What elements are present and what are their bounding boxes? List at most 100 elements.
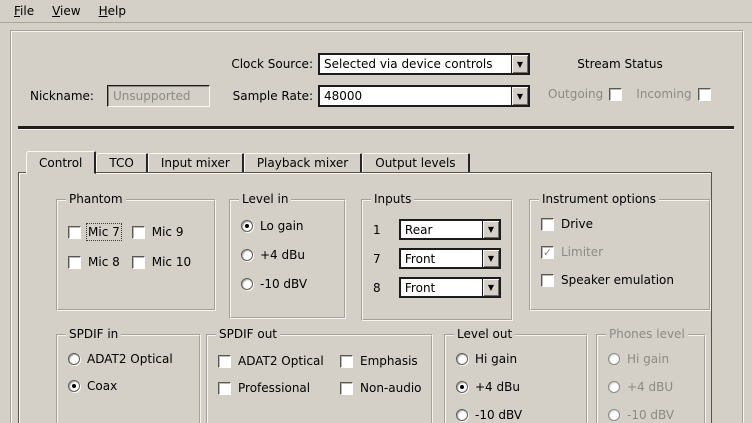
checkbox-professional[interactable]: ✓Professional [218,381,336,395]
mic7-checkbox[interactable]: ✓ [68,226,81,239]
tab-playback-mixer[interactable]: Playback mixer [244,153,362,173]
input-8-combo[interactable]: Front▼ [399,277,501,298]
menu-help[interactable]: Help [91,1,134,21]
incoming-label: Incoming [636,87,691,101]
horizontal-separator [18,126,734,130]
clock-source-dropdown-button[interactable]: ▼ [511,55,528,73]
input-1-dropdown-button[interactable]: ▼ [482,221,499,238]
level-out-plus4-label: +4 dBu [475,380,520,394]
nickname-label: Nickname: [30,89,94,103]
spdif-in-coax-radio[interactable] [68,380,80,392]
level-out-plus4-radio[interactable] [456,381,468,393]
sample-rate-label: Sample Rate: [215,89,313,103]
checkbox-non-audio[interactable]: ✓ Non-audio [340,381,422,395]
sample-rate-dropdown-button[interactable]: ▼ [511,87,528,105]
radio-phones-hi-gain: Hi gain [608,352,694,366]
outgoing-checkbox: ✓ [609,88,622,101]
spdif-in-adat2-radio[interactable] [68,353,80,365]
checkbox-limiter: ✓Limiter [541,245,699,259]
mic10-checkbox[interactable]: ✓ [132,256,145,269]
level-out-minus10-label: -10 dBV [475,408,522,422]
checkbox-spdif-out-adat2[interactable]: ✓ ADAT2 Optical [218,354,336,368]
non-audio-label: Non-audio [360,381,422,395]
tab-control[interactable]: Control [26,151,96,174]
emphasis-label: Emphasis [360,354,418,368]
menu-view[interactable]: View [44,1,88,21]
nickname-value: Unsupported [113,89,190,103]
input-7-dropdown-button[interactable]: ▼ [482,250,499,267]
group-phones-level: Phones level Hi gain +4 dBU -10 dBV [596,334,706,423]
clock-source-value: Selected via device controls [320,57,511,71]
checkbox-mic10[interactable]: ✓ Mic 10 [132,255,191,269]
input-7-number: 7 [373,252,399,266]
menu-view-label: iew [60,4,81,18]
mic7-label: Mic 7 [88,225,120,239]
chevron-down-icon: ▼ [517,92,523,101]
radio-level-out-plus4[interactable]: +4 dBu [456,380,576,394]
level-out-hi-gain-label: Hi gain [475,352,517,366]
sample-rate-value: 48000 [320,89,511,103]
checkbox-emphasis[interactable]: ✓ Emphasis [340,354,422,368]
level-out-minus10-radio[interactable] [456,409,468,421]
mic8-checkbox[interactable]: ✓ [68,256,81,269]
spdif-out-adat2-checkbox[interactable]: ✓ [218,355,231,368]
clock-source-label: Clock Source: [180,57,313,71]
chevron-down-icon: ▼ [488,225,494,234]
outgoing-label: Outgoing [548,87,603,101]
spdif-out-adat2-label: ADAT2 Optical [238,354,324,368]
radio-level-in-minus10[interactable]: -10 dBV [241,277,334,291]
plus4-dbu-radio[interactable] [241,249,253,261]
radio-phones-minus10: -10 dBV [608,408,694,422]
lo-gain-label: Lo gain [260,219,304,233]
minus10-dbv-radio[interactable] [241,278,253,290]
radio-phones-plus4: +4 dBU [608,380,694,394]
chevron-down-icon: ▼ [517,60,523,69]
stream-status-label: Stream Status [558,57,682,71]
checkbox-speaker-emulation[interactable]: ✓Speaker emulation [541,273,699,287]
radio-level-in-lo-gain[interactable]: Lo gain [241,219,334,233]
mic8-label: Mic 8 [88,255,120,269]
emphasis-checkbox[interactable]: ✓ [340,355,353,368]
drive-checkbox[interactable]: ✓ [541,218,554,231]
non-audio-checkbox[interactable]: ✓ [340,382,353,395]
radio-spdif-in-coax[interactable]: Coax [68,379,189,393]
menu-view-mnemonic: V [52,4,60,18]
radio-level-in-plus4[interactable]: +4 dBu [241,248,334,262]
checkbox-mic9[interactable]: ✓Mic 9 [132,225,191,239]
sample-rate-combo[interactable]: 48000 ▼ [318,85,530,107]
group-spdif-in: SPDIF in ADAT2 Optical Coax [56,334,201,423]
input-7-combo[interactable]: Front▼ [399,248,501,269]
clock-source-combo[interactable]: Selected via device controls ▼ [318,53,530,75]
speaker-emulation-checkbox[interactable]: ✓ [541,274,554,287]
spdif-in-adat2-label: ADAT2 Optical [87,352,173,366]
checkbox-mic7[interactable]: ✓ Mic 7 [68,225,120,239]
checkbox-mic8[interactable]: ✓ Mic 8 [68,255,120,269]
checkbox-drive[interactable]: ✓ Drive [541,217,699,231]
radio-level-out-hi-gain[interactable]: Hi gain [456,352,576,366]
phones-plus4-label: +4 dBU [627,380,673,394]
phones-hi-gain-radio [608,353,620,365]
input-channel-1-row: 1 Rear ▼ [373,219,501,240]
mic10-label: Mic 10 [152,255,191,269]
group-level-out: Level out Hi gain +4 dBu -10 dBV [444,334,588,423]
tab-tco[interactable]: TCO [96,153,147,173]
tab-output-levels[interactable]: Output levels [362,153,469,173]
level-out-hi-gain-radio[interactable] [456,353,468,365]
input-1-value: Rear [401,223,482,237]
app-window: { "menu": { "items": [ { "mnemonic": "F"… [0,0,752,423]
menu-file[interactable]: File [6,1,42,21]
drive-label: Drive [561,217,593,231]
professional-checkbox[interactable]: ✓ [218,382,231,395]
input-8-dropdown-button[interactable]: ▼ [482,279,499,296]
menu-bar: File View Help [0,0,752,23]
tab-bar: Control TCO Input mixer Playback mixer O… [26,151,470,173]
lo-gain-radio[interactable] [241,220,253,232]
mic9-checkbox[interactable]: ✓ [132,226,145,239]
radio-spdif-in-adat2[interactable]: ADAT2 Optical [68,352,189,366]
input-1-combo[interactable]: Rear ▼ [399,219,501,240]
radio-level-out-minus10[interactable]: -10 dBV [456,408,576,422]
minus10-dbv-label: -10 dBV [260,277,307,291]
group-instrument-options: Instrument options ✓Drive ✓Limiter ✓Spea… [529,199,711,311]
tab-input-mixer[interactable]: Input mixer [148,153,244,173]
input-1-number: 1 [373,223,399,237]
